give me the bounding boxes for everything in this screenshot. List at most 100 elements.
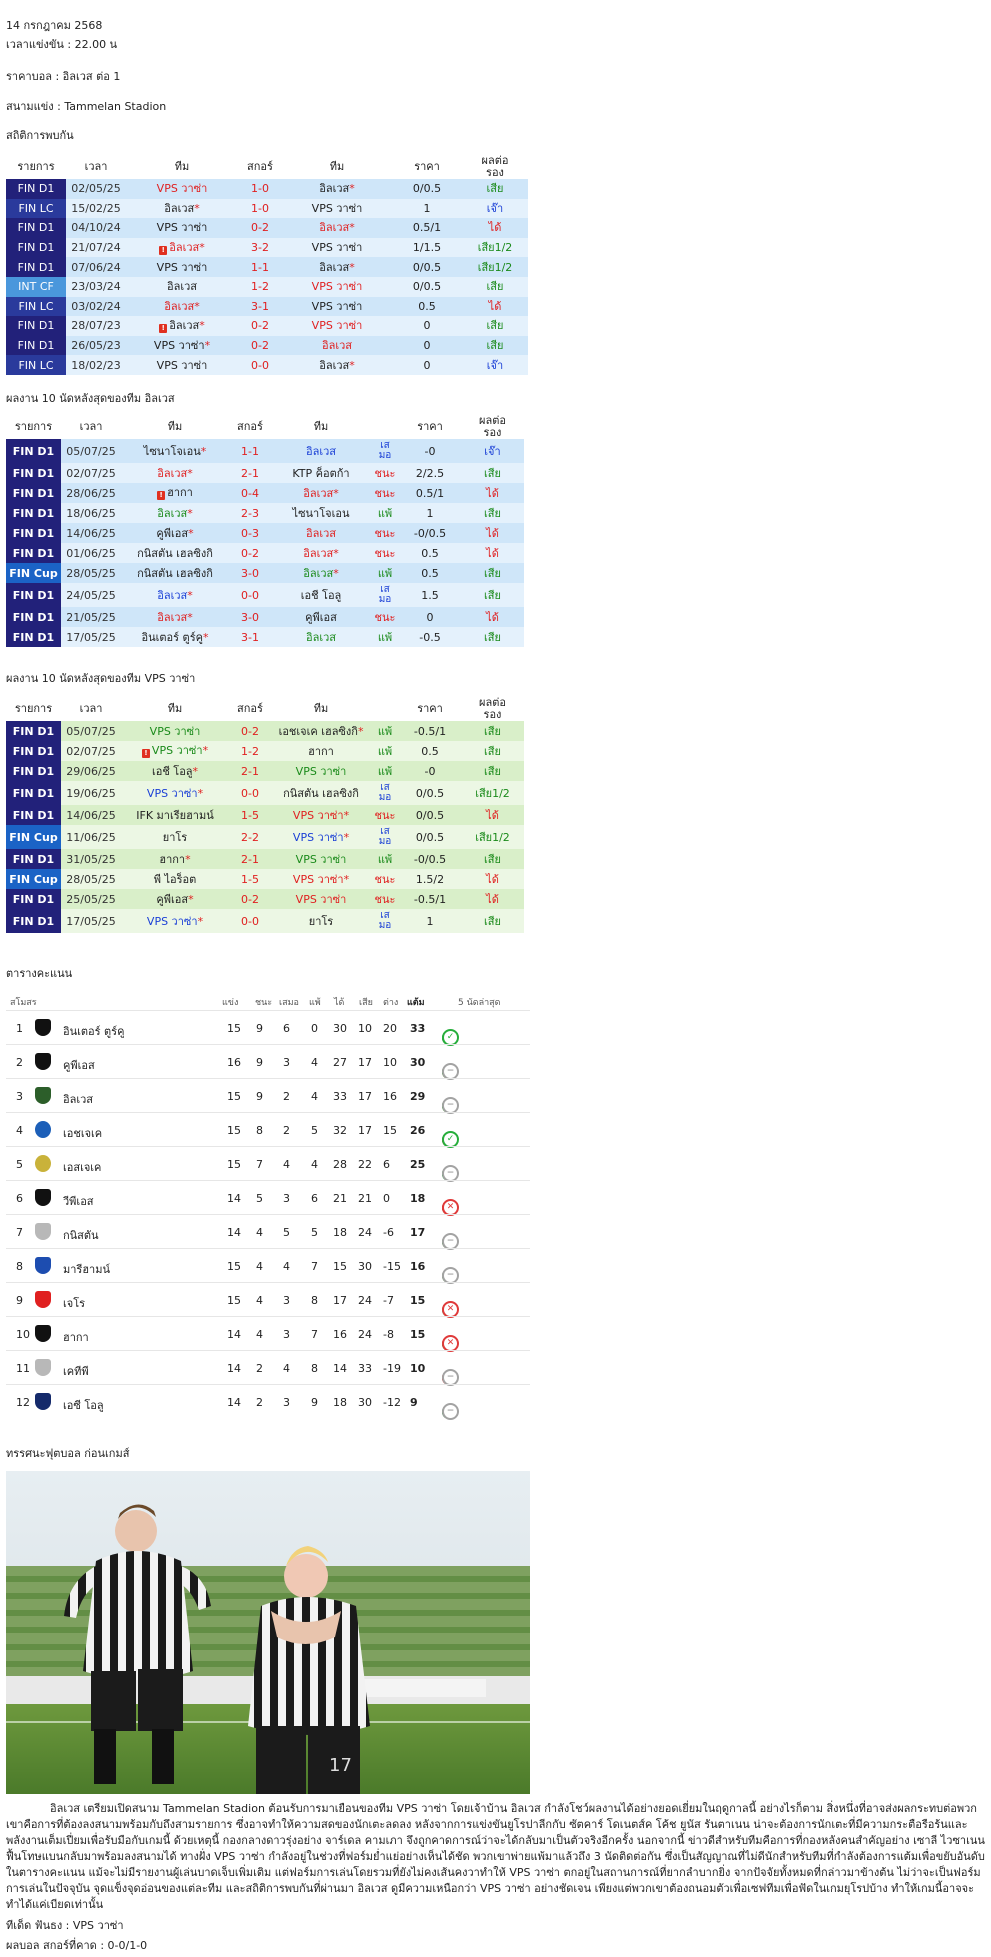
handicap-result: เสีย (461, 463, 524, 483)
favourite-star: * (185, 852, 191, 866)
favourite-star: * (343, 808, 350, 822)
date-text: 18/06/25 (66, 506, 116, 520)
stat-d: 4 (283, 1362, 290, 1375)
position: 12 (16, 1396, 30, 1409)
home-team: VPS วาซ่า* (126, 335, 238, 356)
win-loss-text: เสมอ (378, 440, 392, 461)
stat-l: 5 (311, 1226, 318, 1239)
price-text: 0 (423, 358, 431, 372)
ilves-last10-table: รายการ เวลา ทีม สกอร์ ทีม ราคา ผลต่อ รอง … (6, 415, 524, 647)
result-text: เสีย (484, 914, 501, 928)
date-text: 17/05/25 (66, 630, 116, 644)
score-text: 0-2 (251, 319, 269, 333)
away-team: อิลเวส* (282, 218, 392, 238)
standings-row[interactable]: 6วีพีเอส145362121018−✓✕✕✕ (6, 1180, 530, 1216)
h2h-title: สถิติการพบกัน (6, 129, 74, 142)
competition-label: FIN LC (18, 201, 54, 215)
stat-pts: 9 (410, 1396, 418, 1409)
odds-price: 0.5 (392, 296, 462, 317)
match-date: 25/05/25 (61, 889, 121, 909)
table-row: FIN D1 21/07/24! อิลเวส* 3-2 VPS วาซ่า 1/1.5 เ… (6, 237, 528, 258)
date-text: 02/07/25 (66, 466, 116, 480)
stat-gd: 16 (383, 1090, 397, 1103)
match-date: 28/06/25 (61, 483, 121, 503)
home-team: อิลเวส* (121, 607, 229, 627)
score: 1-1 (229, 439, 271, 463)
standings-row[interactable]: 10ฮากา144371624-815✓✕✕✓✕ (6, 1316, 530, 1352)
handicap-result: ได้ (461, 869, 524, 889)
away-team: KTP ค็อตก้า (271, 463, 371, 483)
table-row: FIN D1 17/05/25 VPS วาซ่า* 0-0 ยาโร เสมอ 1 เสีย (6, 909, 524, 933)
date-text: 15/02/25 (71, 201, 121, 215)
score-text: 0-3 (241, 526, 259, 540)
result-text: ได้ (486, 546, 499, 560)
favourite-star: * (187, 506, 193, 520)
score-text: 0-2 (241, 546, 259, 560)
table-row: FIN D1 02/05/25 VPS วาซ่า 1-0 อิลเวส* 0/0.5 เส… (6, 179, 528, 199)
standings-row[interactable]: 9เจโร154381724-715−✓✓−✕ (6, 1282, 530, 1318)
stat-d: 2 (283, 1090, 290, 1103)
competition-badge: FIN Cup (6, 825, 61, 849)
away-team-name: VPS วาซ่า (292, 830, 344, 844)
away-team: VPS วาซ่า* (271, 869, 371, 889)
home-team: VPS วาซ่า (121, 721, 229, 741)
win-loss-text: แพ้ (377, 744, 393, 758)
competition-badge: FIN D1 (6, 781, 61, 805)
stat-ga: 33 (358, 1362, 372, 1375)
standings-row[interactable]: 7กนิสตัน144551824-617−✕−✓− (6, 1214, 530, 1250)
score: 0-2 (238, 218, 282, 238)
standings-row[interactable]: 11เคทีพี142481433-1910✕−✕✕− (6, 1350, 530, 1386)
club-name: เคทีพี (63, 1365, 89, 1378)
result-text: ได้ (486, 872, 499, 886)
competition-label: FIN Cup (9, 830, 58, 844)
price-text: 0.5/1 (415, 486, 445, 500)
home-team-name: อิลเวส (169, 318, 200, 332)
score: 0-0 (229, 909, 271, 933)
away-team: VPS วาซ่า* (271, 825, 371, 849)
table-row: FIN D1 05/07/25 VPS วาซ่า 0-2 เอชเจเค เฮลซิง… (6, 721, 524, 741)
position: 3 (16, 1090, 23, 1103)
table-row: FIN D1 24/05/25 อิลเวส* 0-0 เอชี โอลู เสมอ 1.5… (6, 583, 524, 607)
standings-row[interactable]: 2คูพีเอส1693427171030✕✕✓✓− (6, 1044, 530, 1080)
col-time: เวลา (79, 702, 103, 715)
win-loss-text: แพ้ (377, 852, 393, 866)
standings-row[interactable]: 8มารีฮามน์154471530-1516✕✓✓−− (6, 1248, 530, 1284)
home-team: อิลเวส* (121, 583, 229, 607)
price-text: 0 (423, 319, 431, 333)
col-away: ทีม (329, 160, 345, 173)
score: 3-1 (238, 296, 282, 317)
price-text: 1.5 (421, 588, 439, 602)
odds-price: 1 (399, 909, 461, 933)
competition-badge: FIN D1 (6, 335, 66, 356)
win-loss-text: เสมอ (378, 584, 392, 605)
table-row: FIN D1 02/07/25 อิลเวส* 2-1 KTP ค็อตก้า ชนะ 2/… (6, 463, 524, 483)
stat-ga: 17 (358, 1124, 372, 1137)
col-result: ผลต่อ รอง (479, 414, 506, 439)
away-team-name: KTP ค็อตก้า (292, 466, 350, 480)
date-text: 01/06/25 (66, 546, 116, 560)
table-row: FIN D1 14/06/25 คูพีเอส* 0-3 อิลเวส ชนะ -0/0.5… (6, 523, 524, 543)
result-text: เสีย (484, 506, 501, 520)
col-score: สกอร์ (237, 702, 263, 715)
stat-ga: 17 (358, 1090, 372, 1103)
price-text: -0 (424, 764, 436, 778)
standings-row[interactable]: 1อินเตอร์ ตูร์คู1596030102033✓−−✓✓ (6, 1010, 530, 1046)
standings-row[interactable]: 5เอสเจเค157442822625−✓✓✓− (6, 1146, 530, 1182)
standings-row[interactable]: 12เอซี โอลู142391830-129−−−✓− (6, 1384, 530, 1420)
win-loss-text: แพ้ (377, 724, 393, 738)
odds-price: 0 (399, 607, 461, 627)
score-text: 3-1 (251, 299, 269, 313)
competition-label: FIN LC (18, 299, 54, 313)
standings-row[interactable]: 4เอชเจเค1582532171526✓✓✓✕✓ (6, 1112, 530, 1148)
club-crest-icon (35, 1121, 51, 1138)
date-text: 25/05/25 (66, 892, 116, 906)
price-text: 0.5 (421, 566, 439, 580)
away-team-name: VPS วาซ่า (292, 872, 344, 886)
favourite-star: * (333, 486, 339, 500)
table-row: FIN LC 18/02/23 VPS วาซ่า 0-0 อิลเวส* 0 เจ๊า (6, 355, 528, 375)
standings-row[interactable]: 3อิลเวส1592433171629✓✕✓✓− (6, 1078, 530, 1114)
stat-w: 2 (256, 1396, 263, 1409)
date-text: 14/06/25 (66, 808, 116, 822)
col-away: ทีม (313, 702, 329, 715)
hdr-lost: แพ้ (309, 998, 321, 1008)
